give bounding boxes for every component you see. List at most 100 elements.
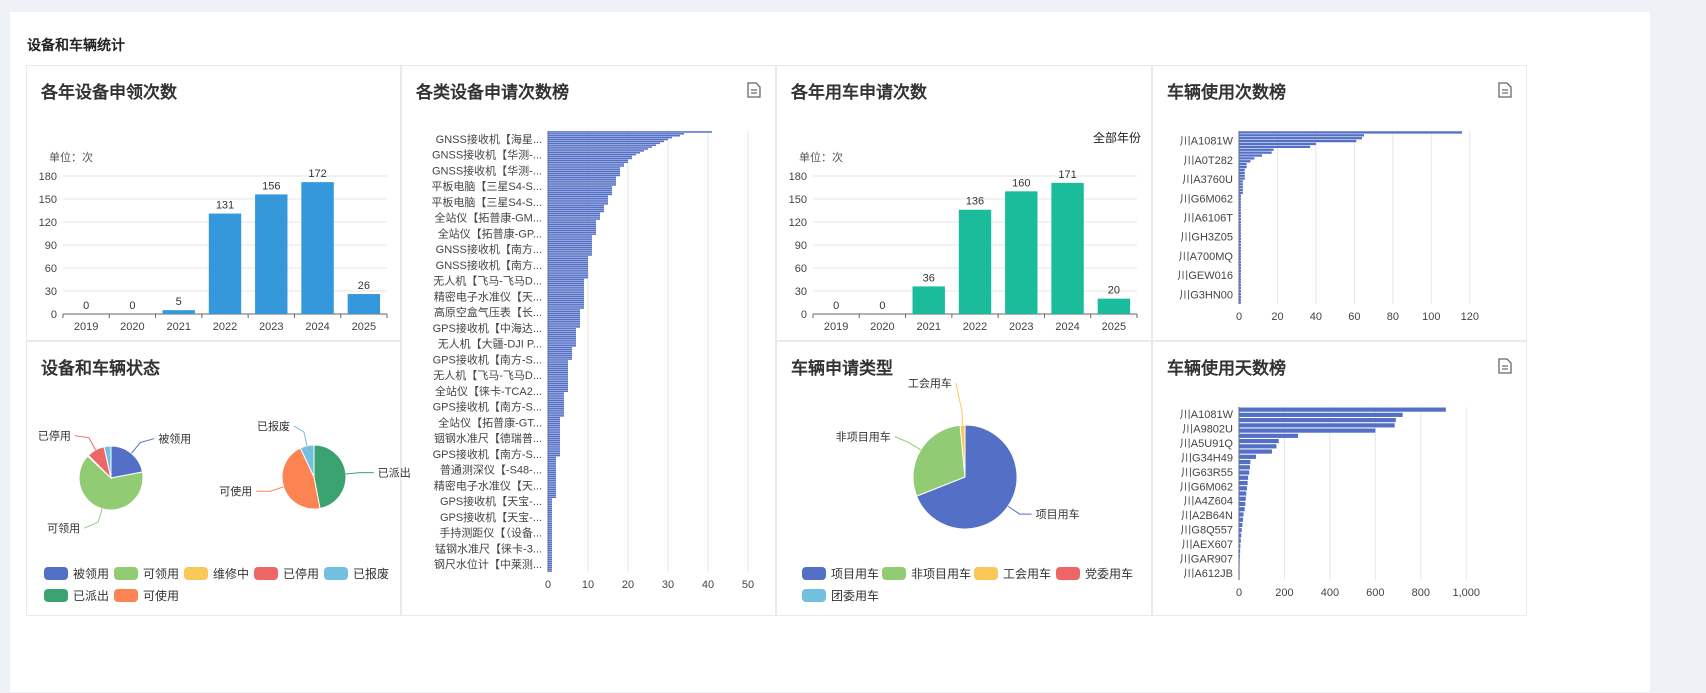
bar — [548, 473, 556, 476]
bar — [548, 269, 588, 271]
bar — [548, 222, 596, 224]
bar — [548, 468, 556, 470]
bar — [548, 464, 556, 466]
x-tick-label: 50 — [742, 579, 754, 591]
bar — [548, 558, 552, 561]
bar — [548, 479, 556, 481]
y-tick-label: 川A1081W — [1180, 136, 1234, 148]
legend-item[interactable]: 非项目用车 — [882, 565, 971, 582]
bar — [1239, 255, 1241, 258]
bar — [1239, 183, 1243, 186]
legend-item[interactable]: 已报废 — [324, 565, 389, 582]
bar — [548, 365, 568, 368]
bar — [548, 557, 552, 559]
legend-item[interactable]: 被领用 — [44, 565, 109, 582]
bar — [548, 469, 556, 472]
bar — [548, 140, 664, 143]
bar — [1239, 272, 1241, 275]
bar — [1239, 559, 1240, 564]
bar — [548, 358, 572, 360]
legend-item[interactable]: 已派出 — [44, 587, 109, 604]
bar — [548, 454, 560, 457]
bar — [548, 496, 556, 498]
bar — [1239, 570, 1240, 575]
bar — [1239, 412, 1403, 417]
bar — [548, 416, 560, 419]
bar — [1239, 235, 1241, 238]
x-tick-label: 2019 — [74, 321, 98, 333]
legend-item[interactable]: 已停用 — [254, 565, 319, 582]
bar — [548, 197, 608, 199]
bar — [548, 278, 584, 281]
bar — [1239, 428, 1376, 433]
bar — [1239, 240, 1241, 244]
legend-item[interactable]: 团委用车 — [802, 587, 879, 604]
data-label: 0 — [833, 300, 839, 312]
legend-label: 已停用 — [283, 567, 320, 581]
device-rank-chart: 0 10 20 30 40 50GNSS接收机【海星...GNSS接收机【华测-...GN… — [431, 131, 754, 591]
bar — [548, 240, 592, 243]
x-tick-label: 2025 — [352, 321, 376, 333]
bar — [548, 293, 584, 296]
bar — [548, 439, 560, 442]
legend-swatch — [254, 567, 278, 580]
bar — [548, 346, 572, 349]
y-tick-label: 川A0T282 — [1183, 155, 1233, 167]
bar — [1239, 174, 1245, 177]
bar — [548, 481, 556, 483]
bar — [548, 515, 552, 517]
panel-status: 设备和车辆状态 被领用 可领用 已停用 已派出 可使用 已报废 被领用 可领用 维修中 已停用已… — [26, 341, 411, 616]
legend-item[interactable]: 可领用 — [114, 565, 179, 582]
legend-item[interactable]: 工会用车 — [974, 565, 1051, 582]
bar — [1239, 232, 1241, 235]
legend-item[interactable]: 维修中 — [184, 565, 249, 582]
bar — [548, 511, 552, 514]
bar — [548, 333, 576, 336]
bar — [548, 475, 556, 478]
bar — [548, 354, 572, 357]
bar — [548, 288, 584, 290]
bar — [548, 199, 608, 201]
bar — [548, 519, 552, 521]
x-tick-label: 60 — [1348, 311, 1360, 323]
bar — [548, 545, 552, 548]
bar — [1239, 491, 1247, 496]
bar — [1239, 220, 1241, 223]
bar — [548, 517, 552, 519]
bar — [548, 263, 588, 266]
y-tick-label: 铟钢水准尺【德瑞普... — [434, 431, 542, 445]
bar — [548, 456, 556, 459]
data-label: 26 — [358, 280, 370, 292]
bar — [1239, 538, 1241, 543]
bar — [548, 532, 552, 534]
bar — [1239, 470, 1250, 475]
bar — [548, 540, 552, 542]
bar — [548, 316, 580, 319]
bar — [548, 460, 556, 463]
bar — [548, 225, 596, 228]
bar — [1239, 549, 1241, 554]
y-tick-label: 全站仪【拓普康-GM... — [434, 211, 542, 225]
legend-item[interactable]: 党委用车 — [1056, 565, 1133, 582]
bar — [1239, 139, 1357, 143]
bar — [1097, 298, 1131, 314]
y-tick-label: 手持测距仪【（设备... — [439, 526, 542, 540]
bar — [1239, 517, 1244, 522]
bar — [548, 471, 556, 474]
bar — [548, 153, 636, 156]
bar — [548, 174, 620, 177]
y-tick-label: 川A1081W — [1180, 409, 1234, 421]
bar — [548, 318, 580, 321]
bar — [548, 212, 600, 215]
bar — [548, 250, 592, 252]
bar — [1239, 206, 1241, 209]
bar — [548, 382, 568, 385]
legend-item[interactable]: 项目用车 — [802, 565, 879, 582]
bar — [548, 377, 568, 379]
bar — [548, 203, 608, 205]
bar — [548, 445, 560, 447]
legend-item[interactable]: 可使用 — [114, 587, 179, 604]
x-tick-label: 20 — [622, 579, 634, 591]
y-tick-label: GPS接收机【中海达... — [433, 321, 542, 335]
bar — [548, 458, 556, 461]
